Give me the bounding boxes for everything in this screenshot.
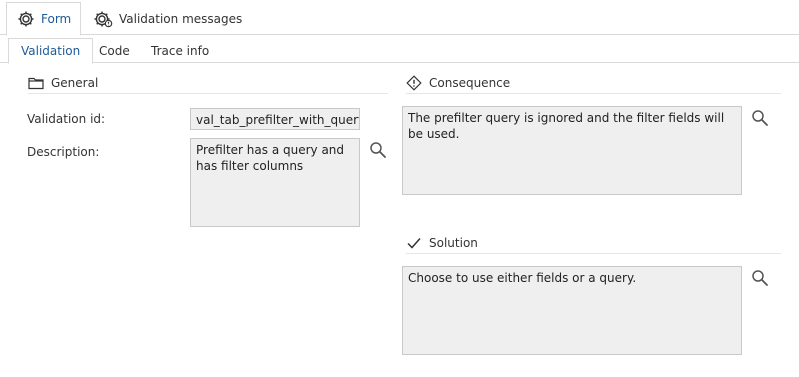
tab-trace-info[interactable]: Trace info <box>139 38 221 63</box>
solution-section-title: Solution <box>429 235 478 250</box>
tab-validation[interactable]: Validation <box>8 38 94 64</box>
description-field[interactable]: Prefilter has a query and has filter col… <box>190 138 360 227</box>
tab-trace-info-label: Trace info <box>151 43 210 58</box>
validation-id-field[interactable]: val_tab_prefilter_with_query_and_filter_… <box>190 108 360 130</box>
description-zoom-button[interactable] <box>368 140 388 160</box>
form-gear-icon <box>17 10 35 28</box>
consequence-section-header: Consequence <box>406 72 781 94</box>
solution-zoom-button[interactable] <box>750 268 770 288</box>
tab-form-label: Form <box>41 12 72 26</box>
consequence-zoom-button[interactable] <box>750 108 770 128</box>
general-section-header: General <box>28 72 388 94</box>
tab-form[interactable]: Form <box>6 2 81 36</box>
consequence-section-title: Consequence <box>429 75 511 90</box>
tab-code-label: Code <box>99 43 130 58</box>
tab-validation-label: Validation <box>21 44 81 58</box>
validation-id-label: Validation id: <box>27 112 106 126</box>
top-tab-bar: Form Validation messages <box>0 0 799 36</box>
folder-icon <box>28 76 44 90</box>
tab-code[interactable]: Code <box>87 38 142 63</box>
consequence-field[interactable]: The prefilter query is ignored and the f… <box>402 106 742 195</box>
tab-validation-messages-label: Validation messages <box>119 11 243 26</box>
validation-gear-icon <box>93 10 113 28</box>
sub-tab-bar: Validation Code Trace info <box>0 35 799 64</box>
magnifier-icon <box>751 269 769 287</box>
general-section-title: General <box>51 75 99 90</box>
magnifier-icon <box>751 109 769 127</box>
magnifier-icon <box>369 141 387 159</box>
solution-section-header: Solution <box>406 232 781 254</box>
checkmark-icon <box>406 236 422 250</box>
tab-validation-messages[interactable]: Validation messages <box>83 2 252 35</box>
description-label: Description: <box>27 145 100 159</box>
solution-field[interactable]: Choose to use either fields or a query. <box>402 266 742 355</box>
diamond-warning-icon <box>406 74 422 91</box>
